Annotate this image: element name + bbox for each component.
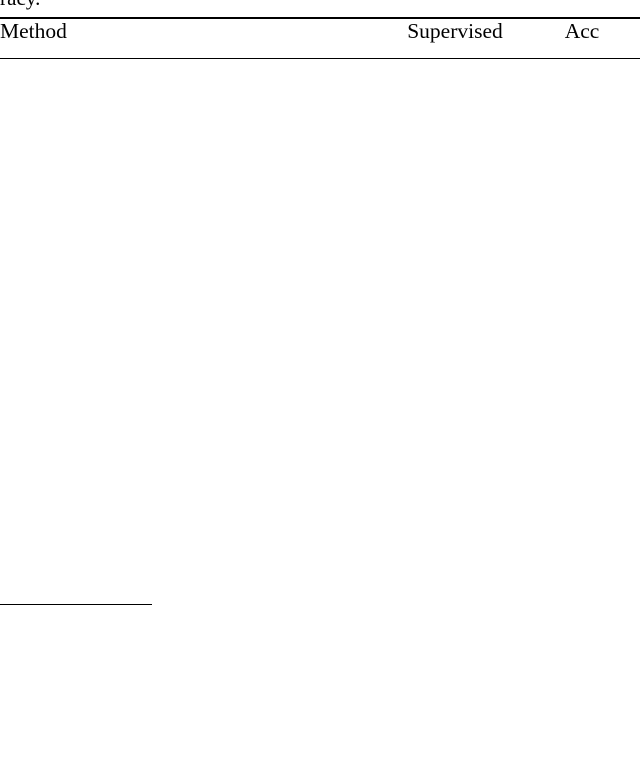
table-header-rule [0, 58, 640, 59]
column-header-method: Method [0, 19, 67, 43]
truncated-body-text: racy. [0, 0, 41, 9]
paper-page: racy. Method Supervised Acc [0, 0, 640, 769]
column-header-acc: Acc [564, 19, 600, 43]
table-header-row: Method Supervised Acc [0, 19, 640, 59]
table-body: Method Supervised Acc [0, 17, 640, 59]
footnote-separator-rule [0, 604, 152, 605]
column-header-supervised: Supervised [407, 19, 503, 43]
results-table: Method Supervised Acc [0, 17, 640, 59]
results-table-container: Method Supervised Acc [0, 17, 640, 59]
